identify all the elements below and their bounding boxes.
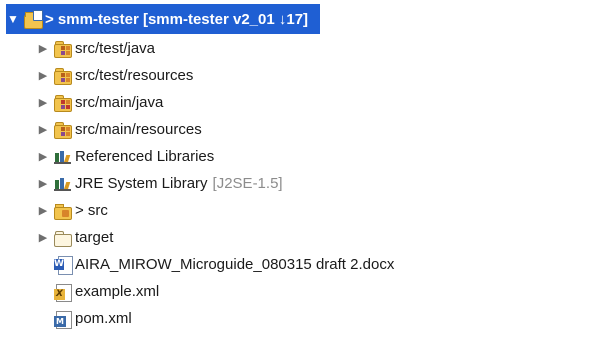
tree-row-example-xml[interactable]: X example.xml bbox=[54, 278, 159, 305]
library-icon bbox=[54, 175, 72, 193]
xml-file-icon: X bbox=[54, 283, 72, 302]
tree-row-docx-file[interactable]: W AIRA_MIROW_Microguide_080315 draft 2.d… bbox=[54, 251, 394, 278]
tree-row-label: src/test/resources bbox=[75, 67, 194, 84]
package-folder-icon bbox=[54, 121, 72, 139]
tree-row-label: Referenced Libraries bbox=[75, 148, 215, 165]
java-project-icon bbox=[24, 10, 43, 29]
tree-row-label: pom.xml bbox=[75, 310, 132, 327]
expand-icon[interactable]: ▶ bbox=[36, 231, 50, 245]
tree-row-label: src/test/java bbox=[75, 40, 156, 57]
package-folder-icon bbox=[54, 40, 72, 58]
tree-row-jre-system-library[interactable]: ▶ JRE System Library [J2SE-1.5] bbox=[36, 170, 283, 197]
package-folder-warning-icon bbox=[54, 94, 72, 112]
folder-icon bbox=[54, 229, 72, 247]
expand-collapse-icon[interactable]: ▼ bbox=[6, 12, 20, 26]
word-document-icon: W bbox=[54, 255, 73, 275]
tree-row-label: JRE System Library bbox=[75, 175, 208, 192]
expand-icon[interactable]: ▶ bbox=[36, 123, 50, 137]
tree-row-referenced-libraries[interactable]: ▶ Referenced Libraries bbox=[36, 143, 214, 170]
tree-row-label: AIRA_MIROW_Microguide_080315 draft 2.doc… bbox=[75, 256, 395, 273]
expand-icon[interactable]: ▶ bbox=[36, 96, 50, 110]
tree-row-src[interactable]: ▶ > src bbox=[36, 197, 108, 224]
tree-row-target[interactable]: ▶ target bbox=[36, 224, 113, 251]
source-folder-icon bbox=[54, 202, 72, 220]
library-icon bbox=[54, 148, 72, 166]
expand-icon[interactable]: ▶ bbox=[36, 150, 50, 164]
tree-row-label: > smm-tester [smm-tester v2_01 ↓17] bbox=[45, 10, 309, 28]
tree-row-src-main-java[interactable]: ▶ src/main/java bbox=[36, 89, 163, 116]
expand-icon[interactable]: ▶ bbox=[36, 177, 50, 191]
tree-row-label: > src bbox=[75, 202, 108, 219]
expand-icon[interactable]: ▶ bbox=[36, 204, 50, 218]
tree-row-label: src/main/java bbox=[75, 94, 164, 111]
tree-row-src-main-resources[interactable]: ▶ src/main/resources bbox=[36, 116, 202, 143]
tree-row-pom-xml[interactable]: M pom.xml bbox=[54, 305, 132, 332]
package-folder-icon bbox=[54, 67, 72, 85]
tree-row-label: src/main/resources bbox=[75, 121, 202, 138]
tree-row-src-test-java[interactable]: ▶ src/test/java bbox=[36, 35, 155, 62]
expand-icon[interactable]: ▶ bbox=[36, 69, 50, 83]
tree-row-project-root[interactable]: ▼ > smm-tester [smm-tester v2_01 ↓17] bbox=[6, 4, 321, 34]
expand-icon[interactable]: ▶ bbox=[36, 42, 50, 56]
tree-row-decoration: [J2SE-1.5] bbox=[212, 175, 283, 192]
tree-row-label: example.xml bbox=[75, 283, 160, 300]
tree-row-label: target bbox=[75, 229, 114, 246]
tree-row-src-test-resources[interactable]: ▶ src/test/resources bbox=[36, 62, 193, 89]
maven-pom-icon: M bbox=[54, 310, 72, 329]
project-explorer-tree: ▼ > smm-tester [smm-tester v2_01 ↓17] ▶ … bbox=[0, 0, 590, 337]
